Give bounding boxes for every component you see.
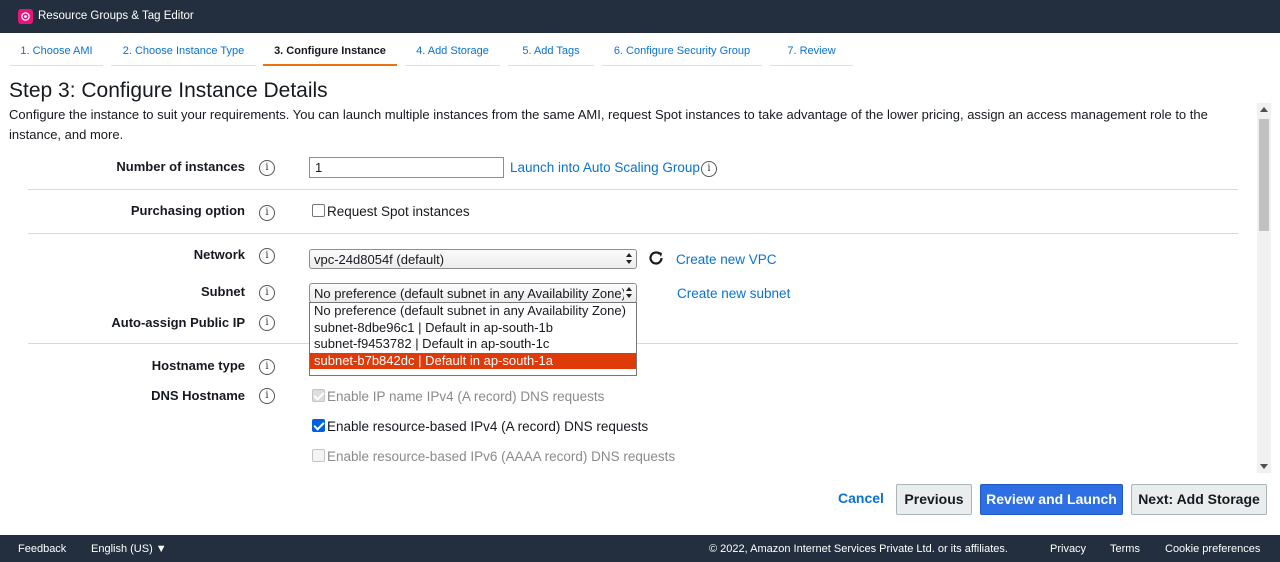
privacy-link[interactable]: Privacy [1050, 543, 1086, 555]
cookie-preferences-link[interactable]: Cookie preferences [1165, 543, 1260, 555]
number-of-instances-label: Number of instances [116, 159, 245, 174]
network-select-value: vpc-24d8054f (default) [314, 252, 445, 267]
resource-based-ipv4-label[interactable]: Enable resource-based IPv4 (A record) DN… [327, 419, 648, 434]
info-icon[interactable]: i [259, 315, 275, 331]
info-icon[interactable]: i [259, 160, 275, 176]
feedback-link[interactable]: Feedback [18, 543, 66, 555]
language-selector[interactable]: English (US) ▼ [91, 543, 167, 555]
divider [28, 189, 1238, 190]
create-new-vpc-link[interactable]: Create new VPC [676, 252, 777, 267]
scroll-down-icon[interactable] [1260, 464, 1268, 469]
resource-based-ipv6-label: Enable resource-based IPv6 (AAAA record)… [327, 449, 676, 464]
request-spot-label[interactable]: Request Spot instances [327, 204, 470, 219]
scroll-up-icon[interactable] [1260, 107, 1268, 112]
tab-configure-security-group[interactable]: 6. Configure Security Group [602, 38, 762, 66]
subnet-label: Subnet [200, 284, 245, 299]
cancel-button[interactable]: Cancel [832, 484, 890, 515]
request-spot-checkbox[interactable] [312, 204, 325, 217]
terms-link[interactable]: Terms [1110, 543, 1140, 555]
content-scrollbar[interactable] [1257, 103, 1271, 473]
purchasing-option-label: Purchasing option [130, 203, 245, 218]
divider [28, 233, 1238, 234]
resource-based-ipv6-checkbox [312, 449, 325, 462]
review-and-launch-button[interactable]: Review and Launch [980, 484, 1123, 515]
network-label: Network [193, 247, 245, 262]
subnet-option[interactable]: subnet-8dbe96c1 | Default in ap-south-1b [310, 320, 636, 337]
resource-based-ipv4-checkbox[interactable] [312, 419, 325, 432]
subnet-option[interactable]: subnet-f9453782 | Default in ap-south-1c [310, 336, 636, 353]
console-footer: Feedback English (US) ▼ © 2022, Amazon I… [0, 535, 1280, 562]
tab-review[interactable]: 7. Review [770, 38, 853, 66]
service-name[interactable]: Resource Groups & Tag Editor [38, 10, 194, 22]
info-icon[interactable]: i [259, 205, 275, 221]
subnet-dropdown-list: No preference (default subnet in any Ava… [309, 302, 637, 376]
hostname-type-label: Hostname type [151, 358, 245, 373]
subnet-select-value: No preference (default subnet in any Ava… [314, 286, 626, 301]
previous-button[interactable]: Previous [896, 484, 972, 515]
copyright-text: © 2022, Amazon Internet Services Private… [709, 543, 1008, 555]
subnet-option-highlighted[interactable]: subnet-b7b842dc | Default in ap-south-1a [310, 352, 636, 369]
info-icon[interactable]: i [701, 161, 717, 177]
number-of-instances-input[interactable] [309, 157, 504, 178]
info-icon[interactable]: i [259, 248, 275, 264]
network-select[interactable]: vpc-24d8054f (default) [309, 249, 637, 269]
select-arrows-icon [626, 253, 633, 265]
page-description: Configure the instance to suit your requ… [9, 107, 1208, 142]
info-icon[interactable]: i [259, 285, 275, 301]
tab-choose-ami[interactable]: 1. Choose AMI [10, 38, 103, 66]
page-title: Step 3: Configure Instance Details [9, 79, 328, 102]
ip-name-ipv4-label: Enable IP name IPv4 (A record) DNS reque… [327, 389, 605, 404]
next-add-storage-button[interactable]: Next: Add Storage [1131, 484, 1267, 515]
launch-auto-scaling-link[interactable]: Launch into Auto Scaling Group [510, 160, 700, 175]
dns-hostname-label: DNS Hostname [151, 388, 245, 403]
top-navigation-bar: Resource Groups & Tag Editor [0, 0, 1280, 33]
auto-assign-public-ip-label: Auto-assign Public IP [111, 315, 245, 330]
subnet-option[interactable]: No preference (default subnet in any Ava… [310, 303, 636, 320]
refresh-icon[interactable] [647, 249, 665, 267]
info-icon[interactable]: i [259, 388, 275, 404]
tab-add-storage[interactable]: 4. Add Storage [405, 38, 500, 66]
tab-configure-instance[interactable]: 3. Configure Instance [263, 38, 397, 66]
create-new-subnet-link[interactable]: Create new subnet [677, 286, 790, 301]
info-icon[interactable]: i [259, 359, 275, 375]
select-arrows-icon [626, 287, 633, 299]
tab-choose-instance-type[interactable]: 2. Choose Instance Type [111, 38, 256, 66]
scrollbar-thumb[interactable] [1259, 119, 1269, 231]
tab-add-tags[interactable]: 5. Add Tags [508, 38, 594, 66]
resource-groups-icon[interactable] [18, 9, 33, 24]
ip-name-ipv4-checkbox [312, 389, 325, 402]
subnet-select[interactable]: No preference (default subnet in any Ava… [309, 283, 637, 303]
wizard-actions: Cancel Previous Review and Launch Next: … [0, 474, 1280, 534]
